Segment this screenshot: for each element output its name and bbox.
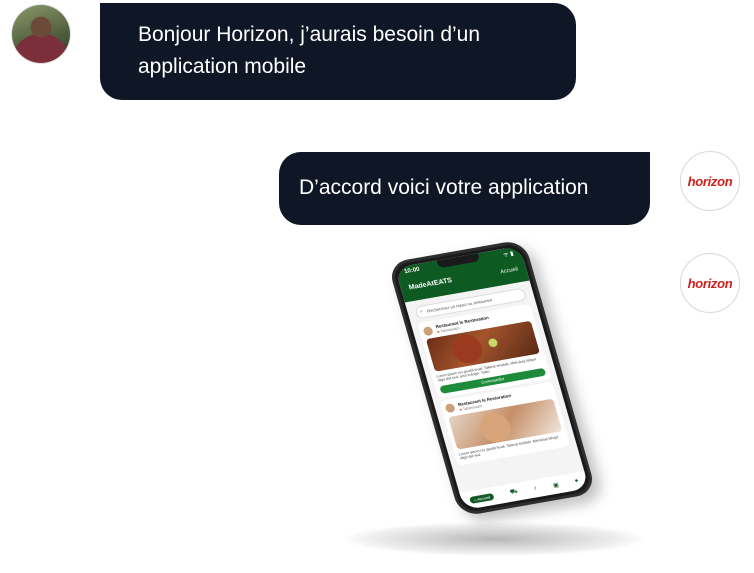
store-icon: ▣ [552, 481, 560, 489]
app-mockup-image: 10:00 ᯤ ▮ MadeAtEATS Accueil ⌕ Recherche… [385, 239, 597, 517]
bot-avatar: horizon [680, 253, 740, 313]
user-avatar [12, 5, 70, 63]
cart-icon: ⛟ [509, 488, 519, 496]
horizon-logo: horizon [687, 275, 733, 291]
phone-screen: 10:00 ᯤ ▮ MadeAtEATS Accueil ⌕ Recherche… [394, 245, 590, 511]
nav-home-label: Accueil [499, 266, 519, 276]
restaurant-avatar [422, 325, 434, 336]
signal-battery-icon: ᯤ ▮ [502, 251, 515, 259]
restaurant-location: Tabosssam [462, 403, 483, 412]
phone-notch [436, 253, 481, 269]
restaurant-location: Tabosssam [440, 326, 461, 334]
tab-home-label: Accueil [476, 494, 491, 502]
phone-shadow [345, 522, 645, 556]
bot-message-text: D’accord voici votre application [299, 176, 589, 199]
bell-icon: ♪ [533, 485, 538, 492]
user-message-text: Bonjour Horizon, j’aurais besoin d’un ap… [138, 23, 481, 78]
tab-home: ⌂ Accueil [469, 492, 495, 504]
bot-message-bubble: D’accord voici votre application [279, 152, 650, 225]
app-name: MadeAtEATS [408, 277, 453, 292]
profile-icon: ● [574, 478, 580, 485]
status-time: 10:00 [403, 266, 421, 276]
restaurant-avatar [444, 403, 456, 414]
bot-avatar: horizon [680, 151, 740, 211]
user-message-bubble: Bonjour Horizon, j’aurais besoin d’un ap… [100, 3, 576, 100]
search-icon: ⌕ [419, 308, 424, 315]
phone-frame: 10:00 ᯤ ▮ MadeAtEATS Accueil ⌕ Recherche… [387, 239, 597, 517]
bottom-tab-bar: ⌂ Accueil ⛟ ♪ ▣ ● [459, 470, 590, 511]
horizon-logo: horizon [687, 173, 733, 189]
